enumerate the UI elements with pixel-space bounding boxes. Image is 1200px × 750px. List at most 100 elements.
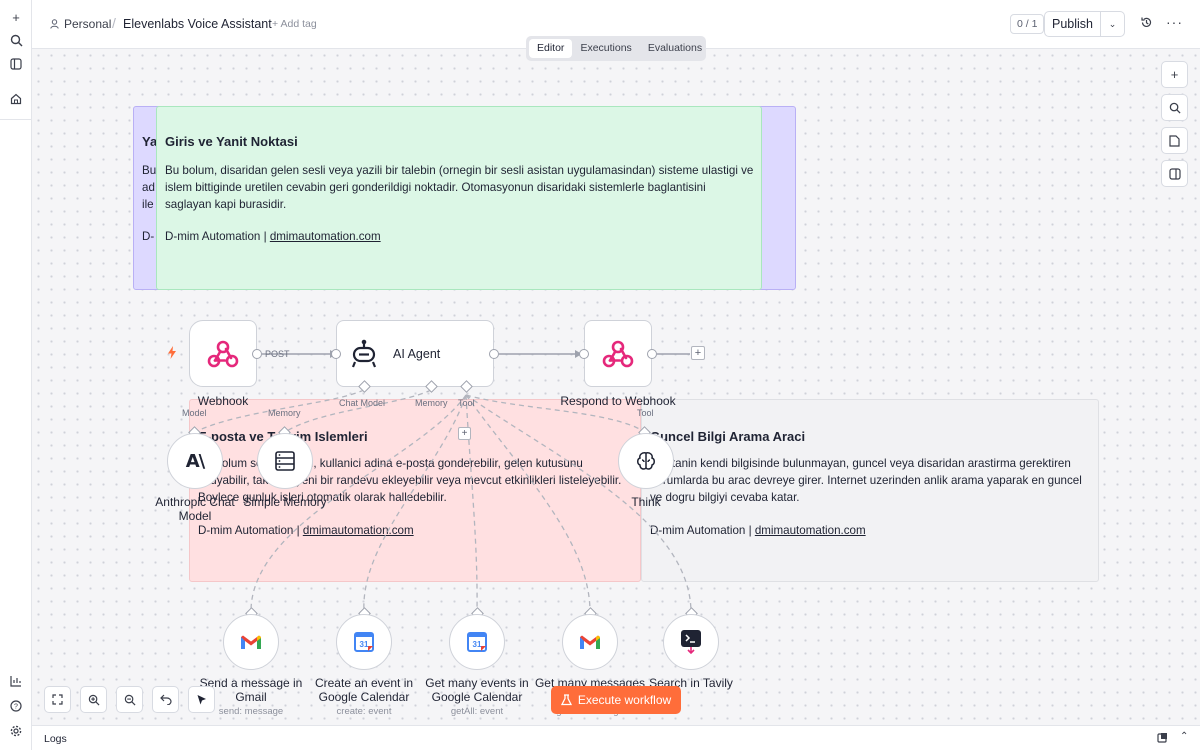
search-nodes-button[interactable] xyxy=(1161,94,1188,121)
agent-add-tool-button[interactable]: + xyxy=(458,427,471,440)
side-panel-button[interactable] xyxy=(1161,160,1188,187)
webhook-icon xyxy=(602,340,634,367)
tab-editor[interactable]: Editor xyxy=(529,39,573,58)
execute-workflow-button[interactable]: Execute workflow xyxy=(551,686,681,714)
webhook-node[interactable] xyxy=(189,320,257,387)
respond-output-handle[interactable] xyxy=(647,349,657,359)
breadcrumb-project[interactable]: Personal xyxy=(50,17,111,31)
cal-get-subtitle: getAll: event xyxy=(450,706,504,717)
search-note-footer: D-mim Automation | dmimautomation.com xyxy=(650,524,866,537)
think-port-label: Tool xyxy=(637,408,654,418)
gmail-icon xyxy=(241,635,261,649)
entry-note-footer-text: D-mim Automation | xyxy=(165,230,270,243)
anthropic-chat-model-node[interactable]: A\ xyxy=(167,433,223,489)
email-note-footer: D-mim Automation | dmimautomation.com xyxy=(198,524,414,537)
back-note-heading-stub: Ya xyxy=(142,134,156,149)
tavily-icon xyxy=(681,630,701,655)
chevron-down-icon[interactable]: ⌄ xyxy=(1101,12,1124,36)
zoom-fit-icon[interactable] xyxy=(44,686,71,713)
simple-memory-node[interactable] xyxy=(257,433,313,489)
svg-text:31: 31 xyxy=(360,640,369,649)
agent-tool-label: Tool xyxy=(458,398,475,408)
execute-workflow-label: Execute workflow xyxy=(577,693,672,707)
entry-note-body: Bu bolum, disaridan gelen sesli veya yaz… xyxy=(165,164,754,211)
email-note-footer-link[interactable]: dmimautomation.com xyxy=(303,524,414,537)
cal-get-label: Get many events in Google Calendar xyxy=(425,676,529,704)
database-icon xyxy=(275,451,295,471)
add-next-node-button[interactable]: + xyxy=(691,346,705,360)
logs-bar[interactable]: Logs ⌃ xyxy=(32,725,1200,750)
webhook-icon xyxy=(207,340,239,367)
webhook-label: Webhook xyxy=(197,394,249,408)
entry-note-footer-link[interactable]: dmimautomation.com xyxy=(270,230,381,243)
logs-label[interactable]: Logs xyxy=(44,733,67,745)
gmail-get-node[interactable] xyxy=(562,614,618,670)
calendar-create-node[interactable]: 31 xyxy=(336,614,392,670)
memory-port-label: Memory xyxy=(268,408,301,418)
plus-icon[interactable]: + xyxy=(7,8,25,26)
history-icon[interactable] xyxy=(1140,16,1154,30)
search-note-heading: Guncel Bilgi Arama Araci xyxy=(650,429,806,444)
anthropic-label: Anthropic Chat Model xyxy=(155,495,235,523)
popout-icon[interactable] xyxy=(1157,732,1168,746)
webhook-edge-label: POST xyxy=(265,349,290,359)
think-label: Think xyxy=(631,495,661,509)
add-tag-button[interactable]: + Add tag xyxy=(272,18,317,30)
ai-agent-node[interactable]: AI Agent xyxy=(336,320,494,387)
active-counter: 0 / 1 xyxy=(1010,14,1045,34)
agent-input-handle[interactable] xyxy=(331,349,341,359)
panel-icon[interactable] xyxy=(7,55,25,73)
memory-label: Simple Memory xyxy=(243,495,327,509)
home-icon[interactable] xyxy=(7,90,25,108)
view-tabs: Editor Executions Evaluations xyxy=(526,36,706,61)
google-calendar-icon: 31 xyxy=(354,632,374,652)
left-rail: + ? xyxy=(0,0,32,750)
publish-label[interactable]: Publish xyxy=(1045,12,1101,36)
flask-icon xyxy=(560,694,572,706)
tab-evaluations[interactable]: Evaluations xyxy=(640,39,710,58)
zoom-in-icon[interactable] xyxy=(80,686,107,713)
svg-text:?: ? xyxy=(14,704,18,711)
project-name: Personal xyxy=(64,17,112,31)
breadcrumb-separator: / xyxy=(112,15,116,31)
sticky-note-button[interactable] xyxy=(1161,127,1188,154)
help-icon[interactable]: ? xyxy=(7,697,25,715)
tavily-node[interactable] xyxy=(663,614,719,670)
tab-executions[interactable]: Executions xyxy=(572,39,639,58)
ai-agent-label: AI Agent xyxy=(393,346,441,361)
search-note-footer-link[interactable]: dmimautomation.com xyxy=(755,524,866,537)
add-node-button[interactable]: + xyxy=(1161,61,1188,88)
more-icon[interactable]: ··· xyxy=(1166,14,1183,30)
search-note-footer-text: D-mim Automation | xyxy=(650,524,755,537)
email-note-footer-text: D-mim Automation | xyxy=(198,524,303,537)
agent-chat-model-label: Chat Model xyxy=(339,398,386,408)
think-node[interactable] xyxy=(618,433,674,489)
anthropic-icon: A\ xyxy=(185,450,205,472)
robot-icon xyxy=(351,339,377,367)
respond-input-handle[interactable] xyxy=(579,349,589,359)
webhook-output-handle[interactable] xyxy=(252,349,262,359)
back-note-body-stub: Bu ad ile xyxy=(142,164,156,211)
entry-note-heading: Giris ve Yanit Noktasi xyxy=(165,134,298,149)
agent-memory-label: Memory xyxy=(415,398,448,408)
search-icon[interactable] xyxy=(7,31,25,49)
anthropic-port-label: Model xyxy=(182,408,207,418)
settings-icon[interactable] xyxy=(7,722,25,740)
back-note-footer-stub: D- xyxy=(142,230,155,243)
cursor-icon[interactable] xyxy=(188,686,215,713)
chevron-up-icon[interactable]: ⌃ xyxy=(1180,731,1188,742)
rail-divider xyxy=(0,119,32,120)
respond-to-webhook-node[interactable] xyxy=(584,320,652,387)
cal-create-label: Create an event in Google Calendar xyxy=(314,676,414,704)
zoom-out-icon[interactable] xyxy=(116,686,143,713)
gmail-send-node[interactable] xyxy=(223,614,279,670)
undo-icon[interactable] xyxy=(152,686,179,713)
agent-output-handle[interactable] xyxy=(489,349,499,359)
entry-note-footer: D-mim Automation | dmimautomation.com xyxy=(165,230,381,243)
gmail-icon xyxy=(580,635,600,649)
workflow-title[interactable]: Elevenlabs Voice Assistant xyxy=(123,17,272,31)
chart-icon[interactable] xyxy=(7,672,25,690)
publish-button[interactable]: Publish ⌄ xyxy=(1044,11,1125,37)
calendar-get-node[interactable]: 31 xyxy=(449,614,505,670)
cal-create-subtitle: create: event xyxy=(336,706,392,717)
